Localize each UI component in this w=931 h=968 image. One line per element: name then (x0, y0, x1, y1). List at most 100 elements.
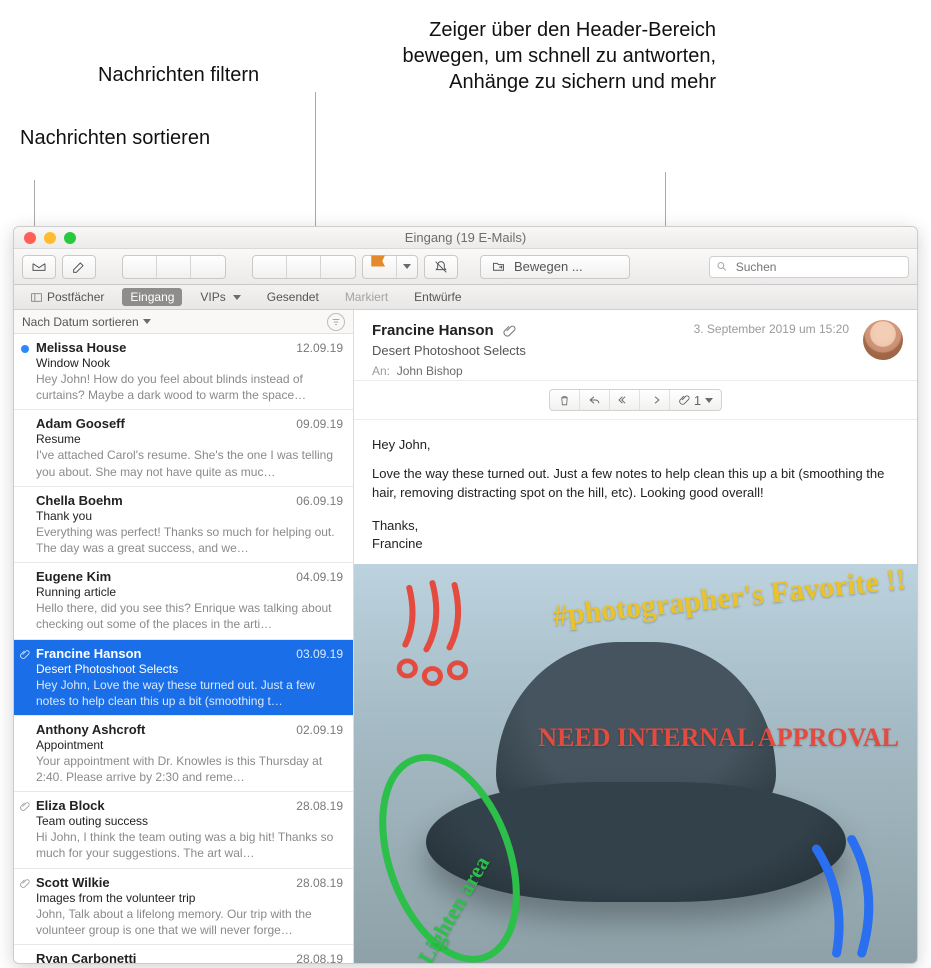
markup-annotation-favorite: #photographer's Favorite !! (551, 564, 907, 632)
message-preview: I've attached Carol's resume. She's the … (36, 447, 343, 479)
body-paragraph: Love the way these turned out. Just a fe… (372, 465, 899, 503)
message-date: 28.08.19 (296, 876, 343, 890)
message-header: Francine Hanson Desert Photoshoot Select… (354, 310, 917, 381)
callouts: Nachrichten sortieren Nachrichten filter… (0, 0, 931, 230)
flag-button[interactable] (363, 256, 397, 278)
message-from: Francine Hanson (36, 646, 141, 661)
message-preview: Hello there, did you see this? Enrique w… (36, 600, 343, 632)
attachment-icon (678, 394, 690, 406)
message-row[interactable]: Eliza Block 28.08.19Team outing successHi… (14, 792, 353, 868)
message-date: 02.09.19 (296, 723, 343, 737)
message-subject: Appointment (36, 738, 343, 752)
toolbar: Bewegen ... (14, 249, 917, 285)
flag-group (362, 255, 418, 279)
search-input[interactable] (734, 259, 902, 275)
reader-pane: Francine Hanson Desert Photoshoot Select… (354, 310, 917, 963)
message-date: 12.09.19 (296, 341, 343, 355)
delete-button[interactable] (157, 256, 191, 278)
inline-reply-all-button[interactable] (610, 390, 640, 410)
fav-flagged[interactable]: Markiert (337, 288, 396, 306)
junk-button[interactable] (191, 256, 225, 278)
message-subject: Desert Photoshoot Selects (36, 662, 343, 676)
unread-indicator (21, 345, 29, 353)
forward-button[interactable] (321, 256, 355, 278)
fav-drafts[interactable]: Entwürfe (406, 288, 469, 306)
callout-filter: Nachrichten filtern (98, 62, 259, 88)
attachment-icon (19, 800, 30, 815)
message-from: Chella Boehm (36, 493, 123, 508)
flag-menu-button[interactable] (397, 256, 417, 278)
message-row[interactable]: Chella Boehm 06.09.19Thank youEverything … (14, 487, 353, 563)
attachment-image: #photographer's Favorite !! NEED INTERNA… (354, 564, 917, 963)
message-row[interactable]: Melissa House 12.09.19Window NookHey John… (14, 334, 353, 410)
search-field[interactable] (709, 256, 909, 278)
message-row[interactable]: Ryan Carbonetti28.08.19Schedule changeTh… (14, 945, 353, 963)
inline-delete-button[interactable] (550, 390, 580, 410)
message-body: Hey John, Love the way these turned out.… (354, 420, 917, 564)
reply-all-button[interactable] (287, 256, 321, 278)
window-title: Eingang (19 E-Mails) (14, 230, 917, 245)
message-from: Eliza Block (36, 798, 105, 813)
header-subject: Desert Photoshoot Selects (372, 343, 899, 358)
favorites-bar: Postfächer Eingang VIPs Gesendet Markier… (14, 285, 917, 310)
search-icon (716, 260, 728, 273)
attachment-icon (19, 648, 30, 663)
attachment-icon (19, 877, 30, 892)
sort-menu[interactable]: Nach Datum sortieren (22, 315, 151, 329)
message-from: Ryan Carbonetti (36, 951, 136, 963)
compose-button[interactable] (62, 255, 96, 279)
message-from: Melissa House (36, 340, 126, 355)
message-list[interactable]: Melissa House12.09.19Window NookHey John… (14, 334, 353, 963)
avatar (863, 320, 903, 360)
content-area: Nach Datum sortieren Melissa House 12.09.… (14, 310, 917, 963)
mute-button[interactable] (424, 255, 458, 279)
body-signature: Francine (372, 535, 899, 554)
message-date: 06.09.19 (296, 494, 343, 508)
message-preview: Everything was perfect! Thanks so much f… (36, 524, 343, 556)
fav-inbox[interactable]: Eingang (122, 288, 182, 306)
sort-bar: Nach Datum sortieren (14, 310, 353, 334)
inline-attachments-button[interactable]: 1 (670, 390, 721, 410)
move-button[interactable]: Bewegen ... (480, 255, 630, 279)
message-subject: Team outing success (36, 814, 343, 828)
message-row[interactable]: Scott Wilkie 28.08.19Images from the volu… (14, 869, 353, 945)
message-subject: Running article (36, 585, 343, 599)
message-subject: Window Nook (36, 356, 343, 370)
message-preview: Hi John, I think the team outing was a b… (36, 829, 343, 861)
fav-vips[interactable]: VIPs (192, 288, 248, 306)
header-to: An: John Bishop (372, 364, 899, 378)
inline-action-bar: 1 (354, 381, 917, 420)
markup-annotation-approval: NEED INTERNAL APPROVAL (538, 724, 899, 751)
message-row[interactable]: Francine Hanson 03.09.19Desert Photoshoot… (14, 640, 353, 716)
message-preview: Your appointment with Dr. Knowles is thi… (36, 753, 343, 785)
message-row[interactable]: Adam Gooseff09.09.19ResumeI've attached … (14, 410, 353, 486)
message-preview: Hey John, Love the way these turned out.… (36, 677, 343, 709)
titlebar: Eingang (19 E-Mails) (14, 227, 917, 249)
inline-reply-button[interactable] (580, 390, 610, 410)
mailboxes-toggle[interactable]: Postfächer (22, 288, 112, 306)
message-subject: Resume (36, 432, 343, 446)
message-date: 28.08.19 (296, 952, 343, 963)
message-date: 04.09.19 (296, 570, 343, 584)
message-subject: Images from the volunteer trip (36, 891, 343, 905)
body-signoff: Thanks, (372, 517, 899, 536)
inline-forward-button[interactable] (640, 390, 670, 410)
message-from: Anthony Ashcroft (36, 722, 145, 737)
get-mail-button[interactable] (22, 255, 56, 279)
message-date: 09.09.19 (296, 417, 343, 431)
message-date: 03.09.19 (296, 647, 343, 661)
archive-button[interactable] (123, 256, 157, 278)
message-preview: Hey John! How do you feel about blinds i… (36, 371, 343, 403)
message-row[interactable]: Anthony Ashcroft 02.09.19AppointmentYour … (14, 716, 353, 792)
mail-window: Eingang (19 E-Mails) Bewegen ... (13, 226, 918, 964)
message-row[interactable]: Eugene Kim04.09.19Running articleHello t… (14, 563, 353, 639)
message-date: 28.08.19 (296, 799, 343, 813)
fav-sent[interactable]: Gesendet (259, 288, 327, 306)
message-preview: John, Talk about a lifelong memory. Our … (36, 906, 343, 938)
delete-group (122, 255, 226, 279)
reply-button[interactable] (253, 256, 287, 278)
message-from: Scott Wilkie (36, 875, 110, 890)
message-subject: Thank you (36, 509, 343, 523)
callout-header-hover: Zeiger über den Header-Bereich bewegen, … (386, 17, 716, 95)
filter-button[interactable] (327, 313, 345, 331)
